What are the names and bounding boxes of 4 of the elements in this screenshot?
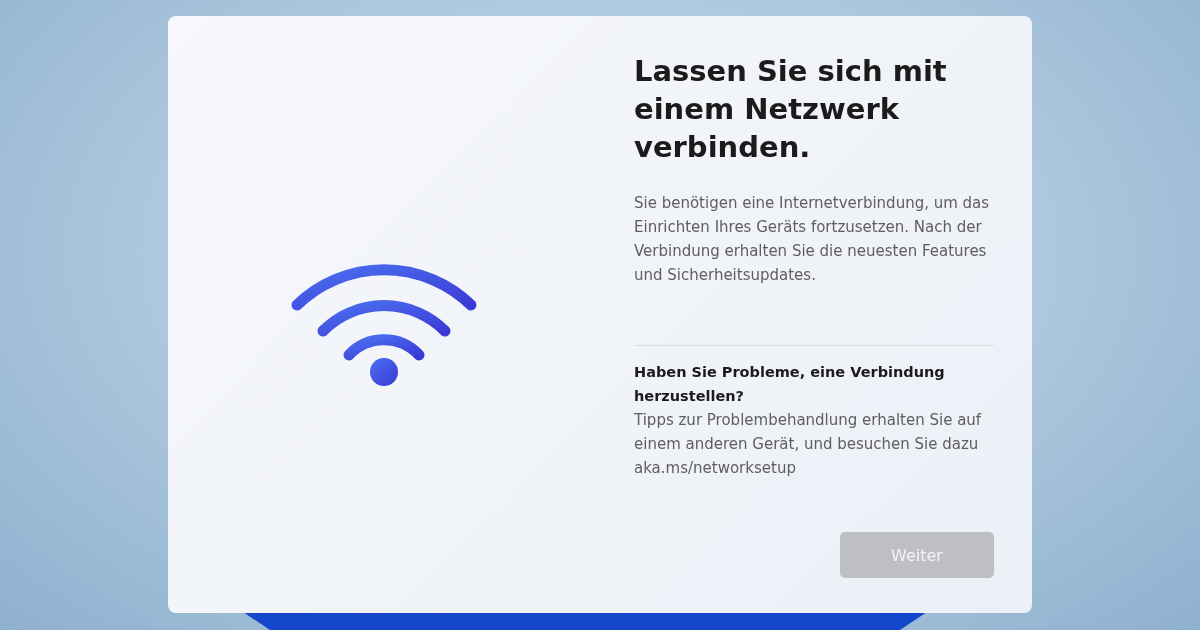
page-title: Lassen Sie sich mit einem Netzwerk verbinden. <box>634 53 948 166</box>
help-text: Tipps zur Problembehandlung erhalten Sie auf einem anderen Gerät, und besuchen Sie dazu aka.ms/networksetup <box>634 410 983 479</box>
description-text: Sie benötigen eine Internetverbindung, um das Einrichten Ihres Geräts fortzusetzen. Nach der Verbindung erhalten Sie die neuesten Features und Sicherheitsupdates. <box>634 193 991 286</box>
help-heading: Haben Sie Probleme, eine Verbindung herzustellen? <box>634 363 946 406</box>
